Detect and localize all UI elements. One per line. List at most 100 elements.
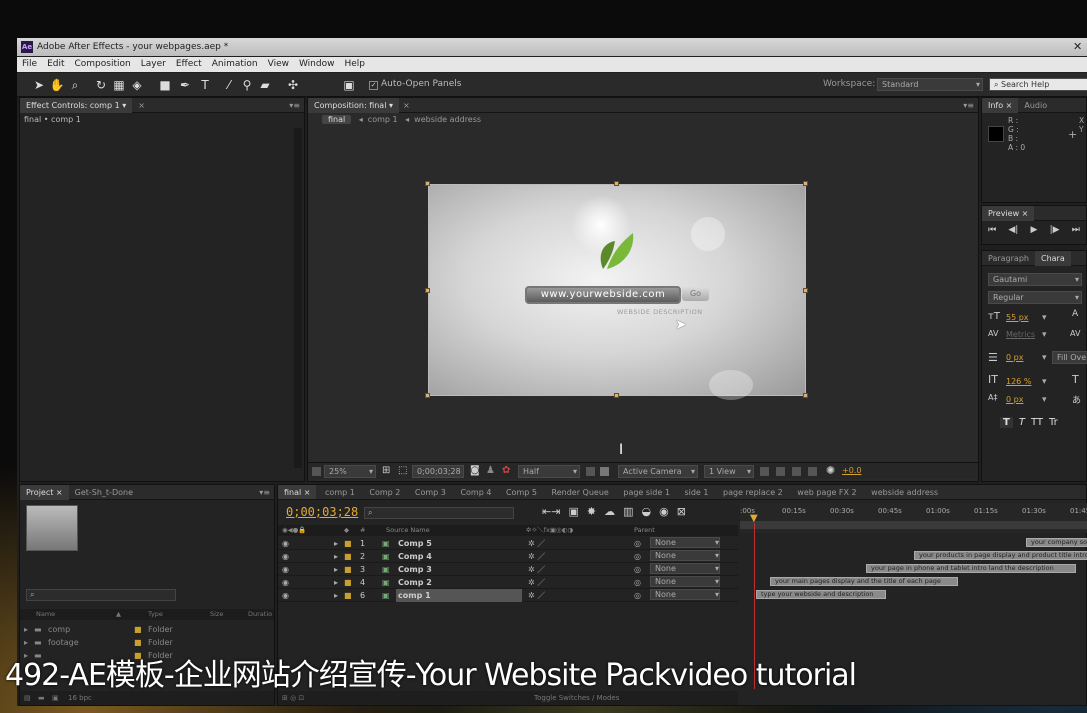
kerning-value[interactable]: Metrics [1006, 330, 1035, 339]
twirl-icon[interactable]: ▸ [334, 550, 338, 563]
tab-side-1[interactable]: side 1 [678, 485, 714, 499]
prev-frame-icon[interactable]: ◀| [1008, 225, 1018, 235]
menu-view[interactable]: View [263, 57, 294, 72]
zoom-dropdown[interactable]: 25% ▾ [324, 465, 376, 478]
pen-tool-icon[interactable]: ✒ [177, 77, 193, 93]
exposure-icon[interactable]: ✺ [826, 464, 835, 477]
show-snapshot-icon[interactable]: ♟ [486, 465, 495, 476]
layer-bar[interactable]: your main pages display and the title of… [770, 577, 958, 586]
layer-bar[interactable]: your products in page display and produc… [914, 551, 1087, 560]
parent-dropdown[interactable]: None ▾ [650, 550, 720, 561]
fast-preview-icon[interactable] [776, 467, 785, 476]
exposure-value[interactable]: +0.0 [842, 466, 861, 475]
comp-flowchart-icon[interactable] [808, 467, 817, 476]
close-tab-icon[interactable]: × [138, 101, 145, 110]
tab-character[interactable]: Chara [1034, 251, 1071, 266]
fill-over-dropdown[interactable]: Fill Ove [1052, 351, 1087, 364]
table-row[interactable]: ◉ ▸ ■ 1 ▣ Comp 5 ✲ ／ ◎ None ▾ [278, 537, 738, 550]
col-type[interactable]: Type [148, 609, 163, 620]
panel-menu-icon[interactable]: ▾≡ [963, 98, 978, 113]
tab-webside-address[interactable]: webside address [865, 485, 944, 499]
tab-preview[interactable]: Preview × [982, 206, 1035, 221]
faux-bold-button[interactable]: T [1000, 417, 1013, 428]
tab-comp2[interactable]: Comp 2 [363, 485, 406, 499]
tab-page-side-1[interactable]: page side 1 [617, 485, 676, 499]
transform-handle[interactable] [425, 393, 430, 398]
label-swatch[interactable]: ■ [344, 563, 352, 576]
tab-info[interactable]: Info × [982, 98, 1019, 113]
type-tool-icon[interactable]: T [197, 77, 213, 93]
eraser-tool-icon[interactable]: ▰ [257, 77, 273, 93]
timecode-display[interactable]: 0;00;03;28 [412, 465, 464, 478]
puppet-tool-icon[interactable]: ✣ [285, 77, 301, 93]
composition-frame[interactable]: www.yourwebside.com Go WEBSIDE DESCRIPTI… [428, 184, 806, 400]
view-layout-dropdown[interactable]: 1 View ▾ [704, 465, 754, 478]
eye-icon[interactable]: ◉ [282, 550, 289, 563]
table-row[interactable]: ◉ ▸ ■ 3 ▣ Comp 3 ✲ ／ ◎ None ▾ [278, 563, 738, 576]
baseline-dropdown-icon[interactable]: ▾ [1042, 395, 1047, 405]
transform-handle[interactable] [425, 181, 430, 186]
font-family-dropdown[interactable]: Gautami ▾ [988, 273, 1082, 286]
first-frame-icon[interactable]: ⏮ [988, 225, 996, 235]
menu-window[interactable]: Window [294, 57, 340, 72]
font-size-value[interactable]: 55 px [1006, 313, 1029, 322]
crumb-final[interactable]: final [322, 115, 352, 124]
pickwhip-icon[interactable]: ◎ [634, 537, 641, 550]
tab-effect-controls[interactable]: Effect Controls: comp 1 ▾ [20, 98, 133, 113]
next-frame-icon[interactable]: |▶ [1050, 225, 1060, 235]
collapse-switch-icon[interactable]: ✲ ／ [528, 550, 545, 563]
kerning-dropdown-icon[interactable]: ▾ [1042, 330, 1047, 340]
toggle-pixel-icon[interactable] [760, 467, 769, 476]
tab-project[interactable]: Project × [20, 485, 69, 500]
col-duration[interactable]: Duratio [248, 609, 272, 620]
tab-render-queue[interactable]: Render Queue [546, 485, 615, 499]
pickwhip-icon[interactable]: ◎ [634, 589, 641, 602]
font-size-dropdown-icon[interactable]: ▾ [1042, 313, 1047, 323]
menu-edit[interactable]: Edit [42, 57, 69, 72]
col-size[interactable]: Size [210, 609, 223, 620]
brush-tool-icon[interactable]: ⁄ [221, 77, 237, 93]
eye-icon[interactable]: ◉ [282, 537, 289, 550]
layer-bar[interactable]: type your webside and description [756, 590, 886, 599]
last-frame-icon[interactable]: ⏭ [1072, 225, 1080, 235]
rotate-tool-icon[interactable]: ↻ [93, 77, 109, 93]
label-swatch[interactable]: ■ [344, 537, 352, 550]
faux-italic-button[interactable]: T [1019, 417, 1025, 428]
tab-comp3[interactable]: Comp 3 [409, 485, 452, 499]
transform-handle[interactable] [803, 393, 808, 398]
twirl-icon[interactable]: ▸ [334, 563, 338, 576]
time-ruler[interactable]: :00s 00:15s 00:30s 00:45s 01:00s 01:15s 01:30s… [740, 503, 1087, 533]
menu-help[interactable]: Help [339, 57, 370, 72]
layer-bar[interactable]: your company soci [1026, 538, 1087, 547]
transform-handle[interactable] [614, 393, 619, 398]
collapse-switch-icon[interactable]: ✲ ／ [528, 537, 545, 550]
list-item[interactable]: ▸ ▬ comp ■ Folder [20, 623, 274, 636]
table-row[interactable]: ◉ ▸ ■ 2 ▣ Comp 4 ✲ ／ ◎ None ▾ [278, 550, 738, 563]
workspace-dropdown[interactable]: Standard ▾ [877, 78, 983, 91]
region-icon[interactable] [312, 467, 321, 476]
close-icon[interactable]: ✕ [1073, 38, 1082, 56]
auto-open-checkbox[interactable]: ✓ [369, 81, 378, 90]
tab-web-page-fx-2[interactable]: web page FX 2 [791, 485, 862, 499]
snapshot-icon[interactable]: ◙ [470, 465, 480, 476]
frame-blend-icon[interactable]: ▥ [623, 505, 633, 518]
small-caps-button[interactable]: Tr [1049, 417, 1058, 428]
clone-tool-icon[interactable]: ⚲ [239, 77, 255, 93]
resolution-dropdown[interactable]: Half ▾ [518, 465, 580, 478]
col-source-name[interactable]: Source Name [386, 525, 430, 536]
col-parent[interactable]: Parent [634, 525, 655, 536]
stroke-width-value[interactable]: 0 px [1006, 353, 1023, 362]
parent-dropdown[interactable]: None ▾ [650, 563, 720, 574]
snapping-icon[interactable]: ▣ [341, 77, 357, 93]
close-tab-icon[interactable]: × [403, 101, 410, 110]
col-name[interactable]: Name [36, 609, 55, 620]
eye-icon[interactable]: ◉ [282, 563, 289, 576]
transform-handle[interactable] [614, 181, 619, 186]
work-area-bar[interactable] [740, 521, 1087, 529]
transform-handle[interactable] [803, 181, 808, 186]
twirl-icon[interactable]: ▸ [334, 537, 338, 550]
tab-comp5[interactable]: Comp 5 [500, 485, 543, 499]
timeline-icon[interactable] [792, 467, 801, 476]
tab-get-shit-done[interactable]: Get-Sh_t-Done [69, 485, 139, 500]
pan-behind-tool-icon[interactable]: ◈ [129, 77, 145, 93]
